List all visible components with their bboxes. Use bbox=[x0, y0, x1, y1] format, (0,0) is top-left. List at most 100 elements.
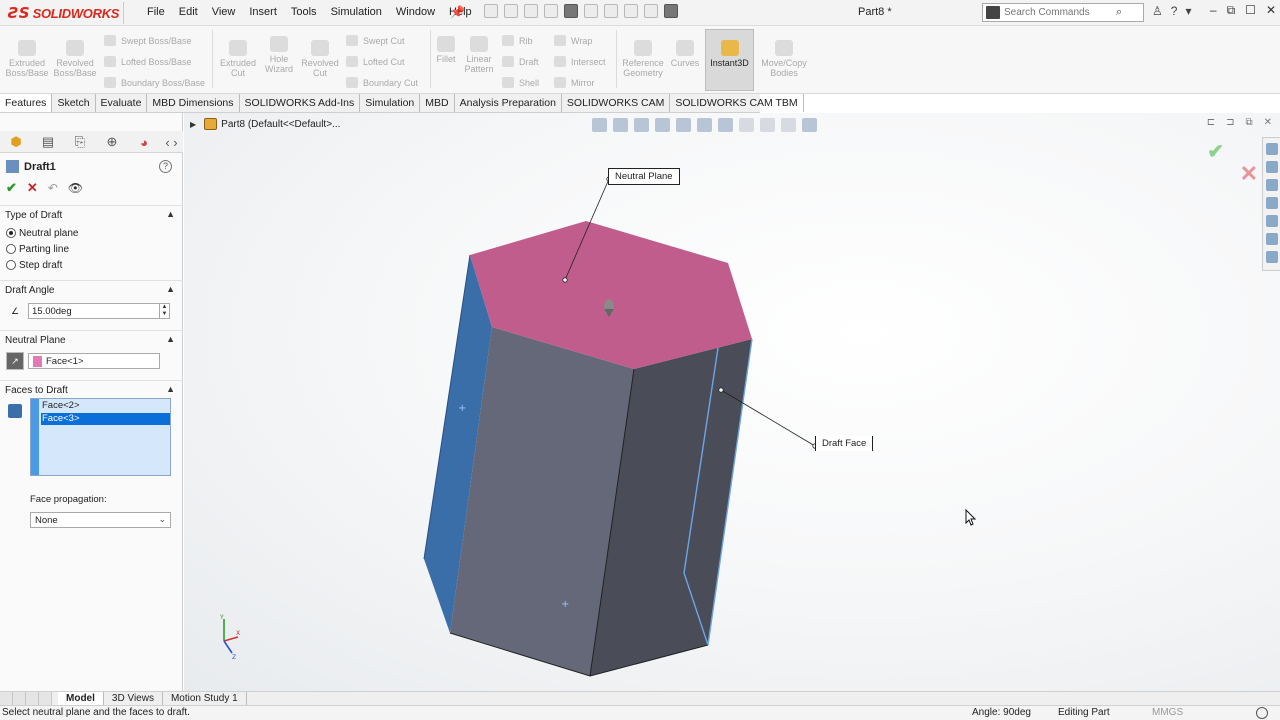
face-propagation-select[interactable]: None ⌄ bbox=[30, 512, 171, 528]
menu-simulation[interactable]: Simulation bbox=[324, 6, 389, 18]
boundary-boss-button[interactable]: Boundary Boss/Base bbox=[104, 77, 205, 88]
radio-neutral-plane[interactable]: Neutral plane bbox=[6, 227, 183, 239]
select-icon[interactable] bbox=[604, 4, 618, 18]
open-icon[interactable] bbox=[524, 4, 538, 18]
wrap-button[interactable]: Wrap bbox=[554, 35, 592, 46]
menu-file[interactable]: File bbox=[140, 6, 172, 18]
hexagonal-prism-model[interactable]: + + bbox=[184, 113, 1280, 691]
menu-edit[interactable]: Edit bbox=[172, 6, 205, 18]
file-properties-icon[interactable] bbox=[644, 4, 658, 18]
display-manager-tab-icon[interactable]: ◕ bbox=[128, 131, 160, 153]
help-icon[interactable]: ? bbox=[1171, 4, 1178, 18]
tab-sketch[interactable]: Sketch bbox=[52, 94, 96, 112]
graphics-area[interactable]: ▶ Part8 (Default<<Default>... ⊏ ⊐ ⧉ ✕ ✔ … bbox=[184, 113, 1280, 691]
previous-tab-icon[interactable] bbox=[13, 692, 26, 705]
tab-motion-study[interactable]: Motion Study 1 bbox=[163, 692, 247, 705]
curves-button[interactable]: Curves bbox=[668, 40, 702, 68]
chevron-up-icon[interactable]: ▲ bbox=[166, 209, 175, 219]
units-selector[interactable]: MMGS bbox=[1152, 706, 1183, 720]
reverse-direction-icon[interactable]: ↗ bbox=[6, 352, 24, 370]
tab-mbd-dimensions[interactable]: MBD Dimensions bbox=[147, 94, 240, 112]
restore-icon[interactable]: ⧉ bbox=[1227, 3, 1236, 18]
rebuild-icon[interactable] bbox=[624, 4, 638, 18]
draft-button[interactable]: Draft bbox=[502, 56, 539, 67]
draft-angle-input[interactable]: 15.00deg ▲ ▼ bbox=[28, 303, 170, 319]
customize-status-icon[interactable] bbox=[1256, 707, 1268, 719]
property-manager-tab-icon[interactable]: ▤ bbox=[32, 131, 64, 153]
swept-boss-button[interactable]: Swept Boss/Base bbox=[104, 35, 192, 46]
solidworks-logo[interactable]: ƧS SOLIDWORKS bbox=[8, 2, 124, 24]
radio-step-draft[interactable]: Step draft bbox=[6, 259, 183, 271]
draft-face-callout[interactable]: Draft Face bbox=[815, 436, 874, 451]
move-copy-bodies-button[interactable]: Move/Copy Bodies bbox=[758, 40, 810, 78]
fillet-button[interactable]: Fillet bbox=[432, 36, 460, 64]
search-mode-icon[interactable] bbox=[986, 6, 1000, 19]
intersect-button[interactable]: Intersect bbox=[554, 56, 606, 67]
next-tab-icon[interactable] bbox=[26, 692, 39, 705]
rib-button[interactable]: Rib bbox=[502, 35, 533, 46]
maximize-icon[interactable]: ☐ bbox=[1245, 3, 1256, 18]
search-icon[interactable]: ⌕ bbox=[1116, 6, 1122, 19]
boundary-cut-button[interactable]: Boundary Cut bbox=[346, 77, 418, 88]
options-gear-icon[interactable] bbox=[664, 4, 678, 18]
extruded-boss-button[interactable]: Extruded Boss/Base bbox=[4, 40, 50, 78]
menu-window[interactable]: Window bbox=[389, 6, 442, 18]
minimize-icon[interactable]: – bbox=[1210, 3, 1217, 18]
radio-parting-line[interactable]: Parting line bbox=[6, 243, 183, 255]
save-icon[interactable] bbox=[544, 4, 558, 18]
tab-mbd[interactable]: MBD bbox=[420, 94, 455, 112]
spin-arrows-icon[interactable]: ▲ ▼ bbox=[159, 304, 169, 318]
hole-wizard-button[interactable]: Hole Wizard bbox=[258, 36, 300, 74]
print-icon[interactable] bbox=[564, 4, 578, 18]
mirror-button[interactable]: Mirror bbox=[554, 77, 595, 88]
radio-dot[interactable] bbox=[6, 228, 16, 238]
search-input[interactable] bbox=[1004, 7, 1116, 18]
search-commands-box[interactable]: ⌕ bbox=[982, 3, 1144, 22]
radio-dot[interactable] bbox=[6, 260, 16, 270]
menu-insert[interactable]: Insert bbox=[242, 6, 284, 18]
list-item[interactable]: Face<2> bbox=[41, 400, 170, 412]
linear-pattern-button[interactable]: Linear Pattern bbox=[460, 36, 498, 74]
configuration-manager-tab-icon[interactable]: ⎘ bbox=[64, 131, 96, 153]
section-header[interactable]: Neutral Plane ▲ bbox=[0, 330, 183, 348]
lofted-cut-button[interactable]: Lofted Cut bbox=[346, 56, 405, 67]
undo-icon[interactable] bbox=[584, 4, 598, 18]
chevron-down-icon[interactable]: ⌄ bbox=[158, 514, 166, 525]
menu-view[interactable]: View bbox=[205, 6, 243, 18]
list-item[interactable]: Face<3> bbox=[41, 413, 170, 425]
extruded-cut-button[interactable]: Extruded Cut bbox=[216, 40, 260, 78]
close-icon[interactable]: ✕ bbox=[1266, 3, 1276, 18]
tab-solidworks-addins[interactable]: SOLIDWORKS Add-Ins bbox=[240, 94, 361, 112]
tab-solidworks-cam[interactable]: SOLIDWORKS CAM bbox=[562, 94, 671, 112]
tab-analysis-preparation[interactable]: Analysis Preparation bbox=[455, 94, 562, 112]
section-header[interactable]: Draft Angle ▲ bbox=[0, 280, 183, 298]
section-header[interactable]: Faces to Draft ▲ bbox=[0, 380, 183, 398]
revolved-cut-button[interactable]: Revolved Cut bbox=[298, 40, 342, 78]
tab-3d-views[interactable]: 3D Views bbox=[104, 692, 163, 705]
preview-eye-icon[interactable]: 👁 bbox=[68, 181, 83, 195]
feature-manager-tab-icon[interactable]: ⬢ bbox=[0, 131, 32, 153]
tab-features[interactable]: Features bbox=[0, 94, 53, 112]
chevron-up-icon[interactable]: ▲ bbox=[166, 384, 175, 394]
neutral-plane-selection[interactable]: Face<1> bbox=[28, 353, 160, 369]
first-tab-icon[interactable] bbox=[0, 692, 13, 705]
chevron-up-icon[interactable]: ▲ bbox=[166, 284, 175, 294]
last-tab-icon[interactable] bbox=[39, 692, 52, 705]
instant3d-button[interactable]: Instant3D bbox=[705, 29, 754, 91]
undo-icon[interactable]: ↶ bbox=[48, 181, 58, 195]
chevron-down-icon[interactable]: ▾ bbox=[1185, 4, 1191, 18]
faces-to-draft-list[interactable]: Face<2> Face<3> bbox=[30, 398, 171, 476]
chevron-left-right-icon[interactable]: ‹ › bbox=[160, 131, 183, 153]
lofted-boss-button[interactable]: Lofted Boss/Base bbox=[104, 56, 192, 67]
user-icon[interactable]: ♙ bbox=[1152, 4, 1163, 18]
reference-geometry-button[interactable]: Reference Geometry bbox=[618, 40, 668, 78]
revolved-boss-button[interactable]: Revolved Boss/Base bbox=[52, 40, 98, 78]
menu-tools[interactable]: Tools bbox=[284, 6, 324, 18]
cancel-x-icon[interactable]: ✕ bbox=[27, 180, 38, 196]
tab-simulation[interactable]: Simulation bbox=[360, 94, 421, 112]
pm-help-icon[interactable]: ? bbox=[159, 160, 172, 173]
swept-cut-button[interactable]: Swept Cut bbox=[346, 35, 405, 46]
neutral-plane-callout[interactable]: Neutral Plane bbox=[608, 168, 680, 185]
tab-solidworks-cam-tbm[interactable]: SOLIDWORKS CAM TBM bbox=[670, 94, 804, 112]
tab-model[interactable]: Model bbox=[58, 692, 104, 705]
